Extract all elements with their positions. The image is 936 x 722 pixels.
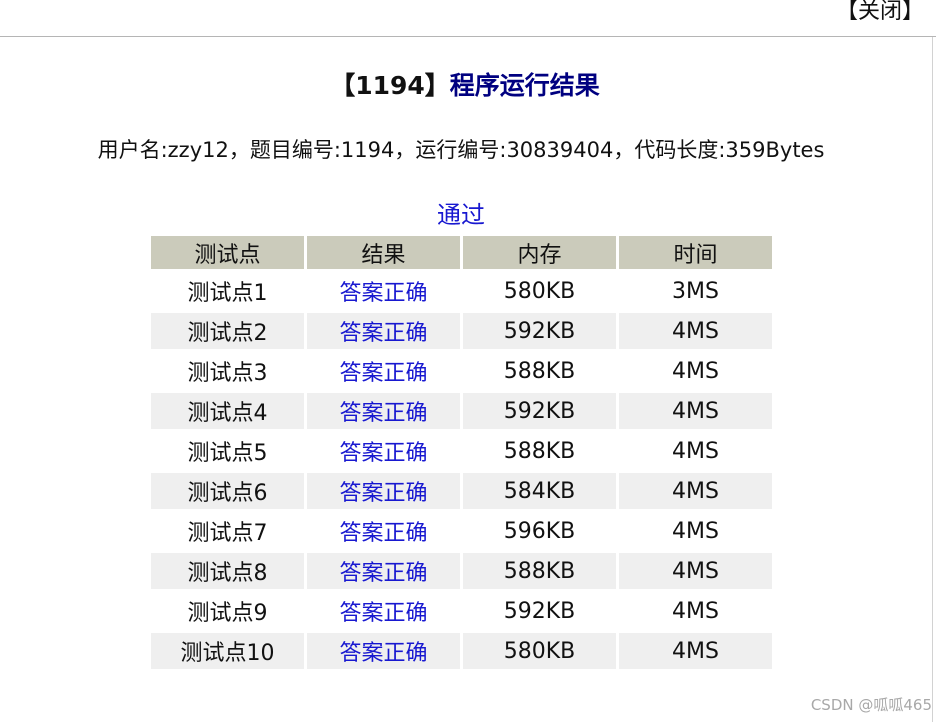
memory-cell: 588KB	[503, 358, 576, 384]
table-row: 测试点10 答案正确 580KB 4MS	[151, 633, 772, 669]
testpoint-cell: 测试点9	[187, 601, 268, 626]
time-cell: 4MS	[672, 358, 719, 384]
page-title: 【1194】程序运行结果	[0, 69, 930, 103]
testpoint-cell: 测试点7	[187, 521, 268, 546]
memory-cell: 588KB	[503, 438, 576, 464]
table-row: 测试点9 答案正确 592KB 4MS	[151, 593, 772, 629]
testpoint-cell: 测试点5	[187, 441, 268, 466]
memory-cell: 580KB	[503, 278, 576, 304]
column-header-testpoint: 测试点	[151, 236, 304, 269]
column-header-time: 时间	[619, 236, 772, 269]
verdict-status: 通过	[437, 201, 485, 229]
right-divider	[932, 37, 933, 722]
column-header-memory: 内存	[463, 236, 616, 269]
testpoint-cell: 测试点8	[151, 553, 304, 589]
memory-cell: 592KB	[503, 598, 576, 624]
test-results-table: 测试点 结果 内存 时间 测试点1 答案正确 580KB 3MS 测试点2 答案正确 592…	[148, 232, 775, 673]
testpoint-cell: 测试点4	[151, 393, 304, 429]
table-header-row: 测试点 结果 内存 时间	[151, 236, 772, 269]
time-cell: 4MS	[619, 393, 772, 429]
title-text: 程序运行结果	[449, 71, 600, 100]
time-cell: 4MS	[672, 438, 719, 464]
close-link[interactable]: 【关闭】	[836, 0, 924, 24]
time-cell: 4MS	[619, 473, 772, 509]
testpoint-cell: 测试点1	[187, 281, 268, 306]
table-row: 测试点6 答案正确 584KB 4MS	[151, 473, 772, 509]
time-cell: 4MS	[619, 553, 772, 589]
memory-cell: 592KB	[463, 393, 616, 429]
top-bar: 【关闭】	[0, 0, 936, 37]
time-cell: 4MS	[619, 633, 772, 669]
memory-cell: 580KB	[463, 633, 616, 669]
problem-id: 【1194】	[330, 71, 450, 100]
result-cell: 答案正确	[339, 441, 428, 466]
memory-cell: 584KB	[463, 473, 616, 509]
testpoint-cell: 测试点3	[187, 361, 268, 386]
time-cell: 3MS	[672, 278, 719, 304]
time-cell: 4MS	[672, 518, 719, 544]
result-cell: 答案正确	[339, 601, 428, 626]
result-cell: 答案正确	[339, 281, 428, 306]
testpoint-cell: 测试点10	[151, 633, 304, 669]
table-row: 测试点1 答案正确 580KB 3MS	[151, 273, 772, 309]
time-cell: 4MS	[619, 313, 772, 349]
memory-cell: 588KB	[463, 553, 616, 589]
table-row: 测试点4 答案正确 592KB 4MS	[151, 393, 772, 429]
submission-info: 用户名:zzy12，题目编号:1194，运行编号:30839404，代码长度:3…	[97, 138, 825, 162]
table-row: 测试点2 答案正确 592KB 4MS	[151, 313, 772, 349]
table-row: 测试点3 答案正确 588KB 4MS	[151, 353, 772, 389]
result-cell: 答案正确	[307, 473, 460, 509]
table-row: 测试点5 答案正确 588KB 4MS	[151, 433, 772, 469]
result-cell: 答案正确	[339, 361, 428, 386]
memory-cell: 592KB	[463, 313, 616, 349]
time-cell: 4MS	[672, 598, 719, 624]
testpoint-cell: 测试点6	[151, 473, 304, 509]
memory-cell: 596KB	[503, 518, 576, 544]
result-page: 【关闭】 【1194】程序运行结果 用户名:zzy12，题目编号:1194，运行…	[0, 0, 936, 722]
result-cell: 答案正确	[307, 313, 460, 349]
result-cell: 答案正确	[307, 633, 460, 669]
table-row: 测试点7 答案正确 596KB 4MS	[151, 513, 772, 549]
result-cell: 答案正确	[307, 393, 460, 429]
result-cell: 答案正确	[307, 553, 460, 589]
table-row: 测试点8 答案正确 588KB 4MS	[151, 553, 772, 589]
csdn-watermark: CSDN @呱呱465	[810, 696, 932, 714]
column-header-result: 结果	[307, 236, 460, 269]
result-cell: 答案正确	[339, 521, 428, 546]
testpoint-cell: 测试点2	[151, 313, 304, 349]
